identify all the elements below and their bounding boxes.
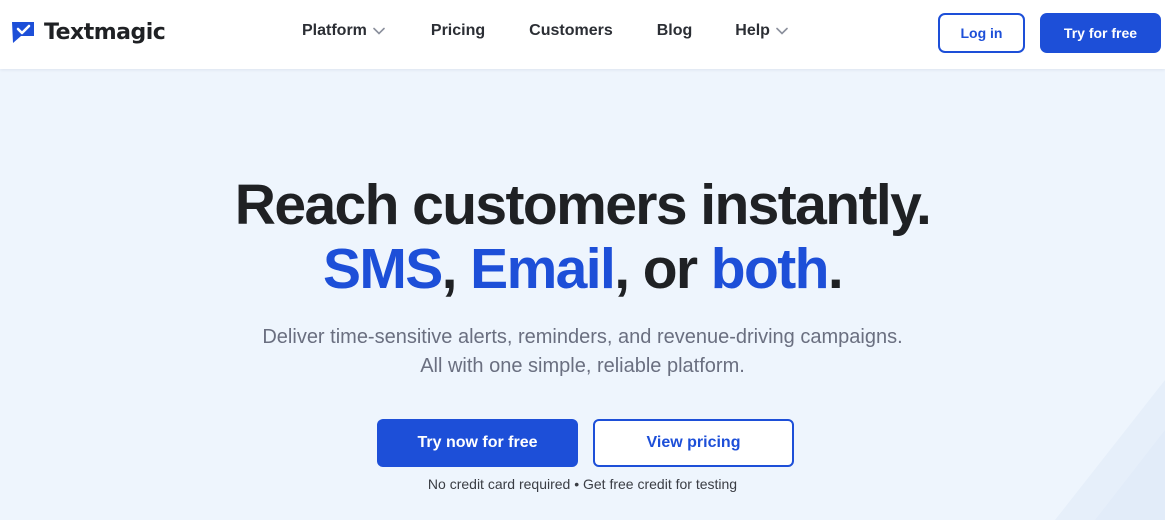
hero-title: Reach customers instantly. SMS, Email, o…: [0, 173, 1165, 301]
hero-period: .: [827, 237, 844, 301]
chevron-down-icon: [373, 27, 385, 35]
nav-item-label: Pricing: [430, 22, 486, 39]
brand-logo[interactable]: Textmagic: [10, 19, 166, 45]
hero-comma: ,: [441, 237, 458, 301]
chevron-down-icon: [776, 27, 788, 35]
top-navbar: Textmagic Platform Pricing Customers Blo…: [0, 0, 1165, 69]
view-pricing-button[interactable]: View pricing: [593, 419, 794, 467]
nav-item-label: Help: [735, 22, 770, 39]
nav-item-label: Platform: [302, 22, 367, 39]
nav-item-customers[interactable]: Customers: [529, 22, 613, 40]
hero-subtitle-line1: Deliver time-sensitive alerts, reminders…: [262, 326, 903, 348]
hero-both-word: both: [710, 237, 830, 301]
brand-name: Textmagic: [44, 19, 166, 45]
main-nav: Platform Pricing Customers Blog Help: [302, 22, 788, 40]
try-for-free-button[interactable]: Try for free: [1040, 13, 1161, 53]
hero-sms-word: SMS: [322, 237, 443, 301]
hero-title-line1: Reach customers instantly.: [234, 173, 932, 237]
login-button[interactable]: Log in: [938, 13, 1025, 53]
chat-bubble-check-icon: [12, 22, 34, 43]
nav-item-label: Customers: [529, 22, 613, 39]
nav-item-label: Blog: [656, 22, 693, 39]
nav-item-pricing[interactable]: Pricing: [431, 22, 485, 40]
hero-subtitle: Deliver time-sensitive alerts, reminders…: [0, 323, 1165, 381]
hero-comma-or: , or: [614, 237, 698, 301]
hero-email-word: Email: [470, 237, 616, 301]
try-now-for-free-button[interactable]: Try now for free: [377, 419, 578, 467]
nav-item-blog[interactable]: Blog: [657, 22, 693, 40]
nav-item-help[interactable]: Help: [735, 22, 788, 40]
hero-subtitle-line2: All with one simple, reliable platform.: [420, 355, 745, 377]
nav-item-platform[interactable]: Platform: [302, 22, 385, 40]
no-credit-card-note: No credit card required • Get free credi…: [427, 476, 738, 492]
